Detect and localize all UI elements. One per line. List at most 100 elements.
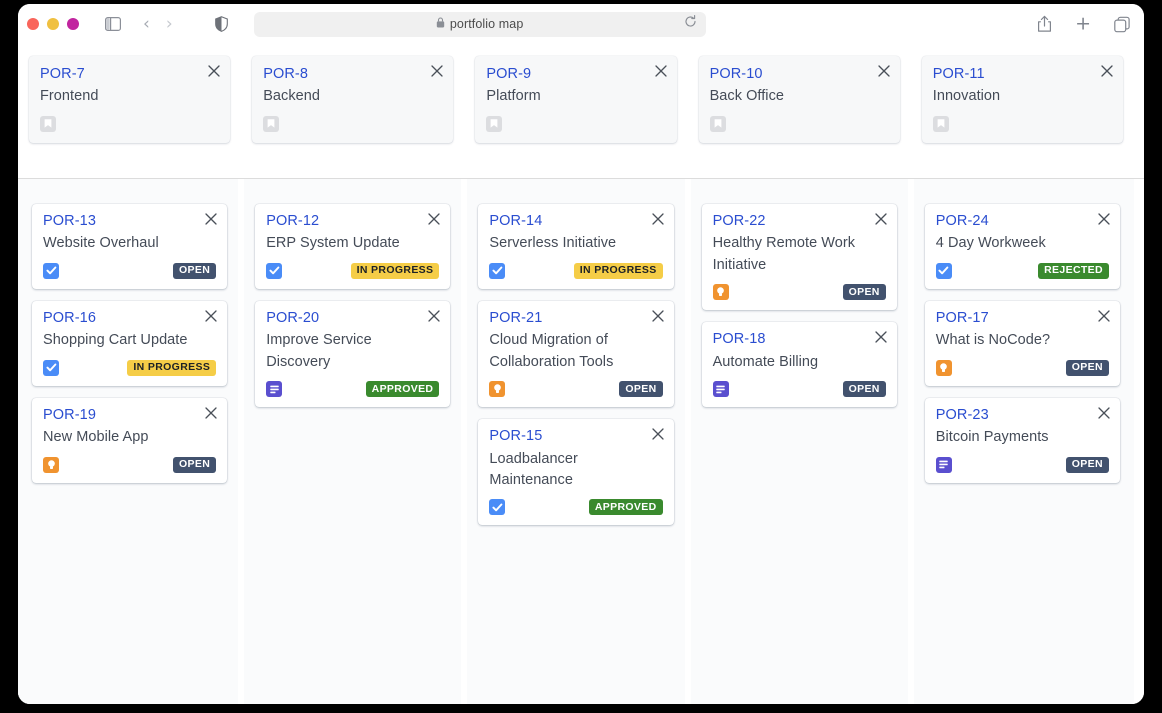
issue-card[interactable]: POR-17 What is NoCode? OPEN [924,300,1120,386]
issue-close-button[interactable] [1098,213,1110,225]
status-badge: OPEN [173,262,217,279]
issue-footer: APPROVED [266,380,440,398]
epic-footer [932,115,1112,133]
forward-button[interactable]: › [166,15,173,33]
board-columns: POR-13 Website Overhaul OPEN POR-16 Shopping… [18,179,1144,704]
epic-card[interactable]: POR-8 Backend [252,56,454,143]
toolbar-right-actions: + [1037,14,1130,34]
sidebar-toggle-icon[interactable] [105,17,121,31]
lightbulb-idea-icon [489,381,506,398]
epic-close-button[interactable] [654,65,667,77]
issue-card[interactable]: POR-18 Automate Billing OPEN [701,322,897,408]
status-badge: APPROVED [588,499,663,516]
issue-card[interactable]: POR-19 New Mobile App OPEN [32,397,228,483]
issue-card[interactable]: POR-21 Cloud Migration of Collaboration T… [478,300,674,408]
issue-title: Serverless Initiative [489,235,617,252]
epic-card[interactable]: POR-7 Frontend [29,56,231,143]
issue-key[interactable]: POR-15 [489,428,662,445]
epic-card[interactable]: POR-11 Innovation [921,56,1123,143]
epic-key[interactable]: POR-8 [263,66,442,83]
issue-title: ERP System Update [266,235,400,252]
epic-footer [709,115,889,133]
new-tab-button[interactable]: + [1075,14,1091,34]
reload-icon[interactable] [684,15,697,33]
issue-key[interactable]: POR-13 [43,213,216,230]
shield-icon[interactable] [214,16,228,32]
epic-close-button[interactable] [1101,65,1113,77]
issue-key[interactable]: POR-12 [266,213,439,230]
epic-bookmark-icon [932,115,949,132]
epic-close-button[interactable] [878,65,890,77]
zoom-window-button[interactable] [67,18,79,30]
issue-close-button[interactable] [651,213,664,225]
document-icon [935,456,952,473]
issue-card[interactable]: POR-22 Healthy Remote Work Initiative OPEN [701,204,897,311]
issue-key[interactable]: POR-20 [266,310,439,327]
issue-card[interactable]: POR-16 Shopping Cart Update IN PROGRESS [32,300,228,386]
issue-title: New Mobile App [43,429,149,446]
document-icon [712,381,729,398]
epic-card[interactable]: POR-10 Back Office [698,56,900,143]
issue-close-button[interactable] [875,213,887,225]
issue-card[interactable]: POR-20 Improve Service Discovery APPROVED [255,300,451,408]
issue-card[interactable]: POR-14 Serverless Initiative IN PROGRESS [478,204,674,289]
issue-footer: OPEN [712,283,886,301]
issue-close-button[interactable] [651,310,664,322]
issue-key[interactable]: POR-18 [713,331,886,348]
epic-card[interactable]: POR-9 Platform [475,56,677,143]
issue-key[interactable]: POR-22 [713,213,886,230]
back-button[interactable]: ‹ [143,15,150,33]
issue-card[interactable]: POR-23 Bitcoin Payments OPEN [924,397,1120,483]
status-badge: IN PROGRESS [350,262,440,279]
issue-close-button[interactable] [205,310,217,322]
status-badge: APPROVED [365,381,440,398]
issue-footer: APPROVED [489,498,663,516]
issue-close-button[interactable] [205,407,217,419]
issue-key[interactable]: POR-19 [43,407,216,424]
issue-close-button[interactable] [205,213,217,225]
tab-overview-icon[interactable] [1114,16,1130,32]
epic-close-button[interactable] [208,65,220,77]
share-icon[interactable] [1037,15,1052,33]
board-column: POR-12 ERP System Update IN PROGRESS POR-20… [241,179,465,704]
status-badge: OPEN [842,381,886,398]
issue-footer: OPEN [43,262,217,280]
issue-footer: OPEN [712,380,886,398]
issue-title: Cloud Migration of Collaboration Tools [489,332,614,370]
issue-card[interactable]: POR-15 Loadbalancer Maintenance APPROVED [478,419,674,526]
issue-title: Automate Billing [712,353,819,370]
issue-close-button[interactable] [1098,310,1110,322]
issue-close-button[interactable] [428,310,441,322]
epic-key[interactable]: POR-7 [40,66,219,83]
issue-card[interactable]: POR-13 Website Overhaul OPEN [32,204,228,289]
minimize-window-button[interactable] [47,18,59,30]
issue-card[interactable]: POR-12 ERP System Update IN PROGRESS [255,204,451,289]
issue-close-button[interactable] [428,213,441,225]
epic-key[interactable]: POR-10 [710,66,889,83]
issue-close-button[interactable] [1098,407,1110,419]
issue-key[interactable]: POR-21 [489,310,662,327]
issue-key[interactable]: POR-23 [936,407,1109,424]
issue-key[interactable]: POR-17 [936,310,1109,327]
epic-title: Platform [486,88,541,105]
issue-key[interactable]: POR-14 [489,213,662,230]
portfolio-board: POR-7 Frontend POR-8 Backend POR-9 Platform PO… [18,44,1144,704]
browser-window: ‹ › portfolio map + POR-7 Frontend POR-8… [18,4,1144,704]
issue-close-button[interactable] [651,428,664,440]
epic-bookmark-icon [709,115,726,132]
epic-header-row: POR-7 Frontend POR-8 Backend POR-9 Platform PO… [18,44,1144,178]
epic-footer [486,115,665,133]
epic-key[interactable]: POR-9 [486,66,665,83]
issue-card[interactable]: POR-24 4 Day Workweek REJECTED [924,204,1120,289]
issue-footer: IN PROGRESS [489,262,663,280]
address-bar[interactable]: portfolio map [253,11,706,37]
issue-key[interactable]: POR-24 [936,213,1109,230]
issue-close-button[interactable] [875,331,887,343]
epic-close-button[interactable] [431,65,444,77]
close-window-button[interactable] [27,18,39,30]
status-badge: IN PROGRESS [573,262,663,279]
epic-key[interactable]: POR-11 [933,66,1112,83]
epic-bookmark-icon [40,115,56,132]
issue-footer: OPEN [935,359,1109,377]
issue-key[interactable]: POR-16 [43,310,216,327]
